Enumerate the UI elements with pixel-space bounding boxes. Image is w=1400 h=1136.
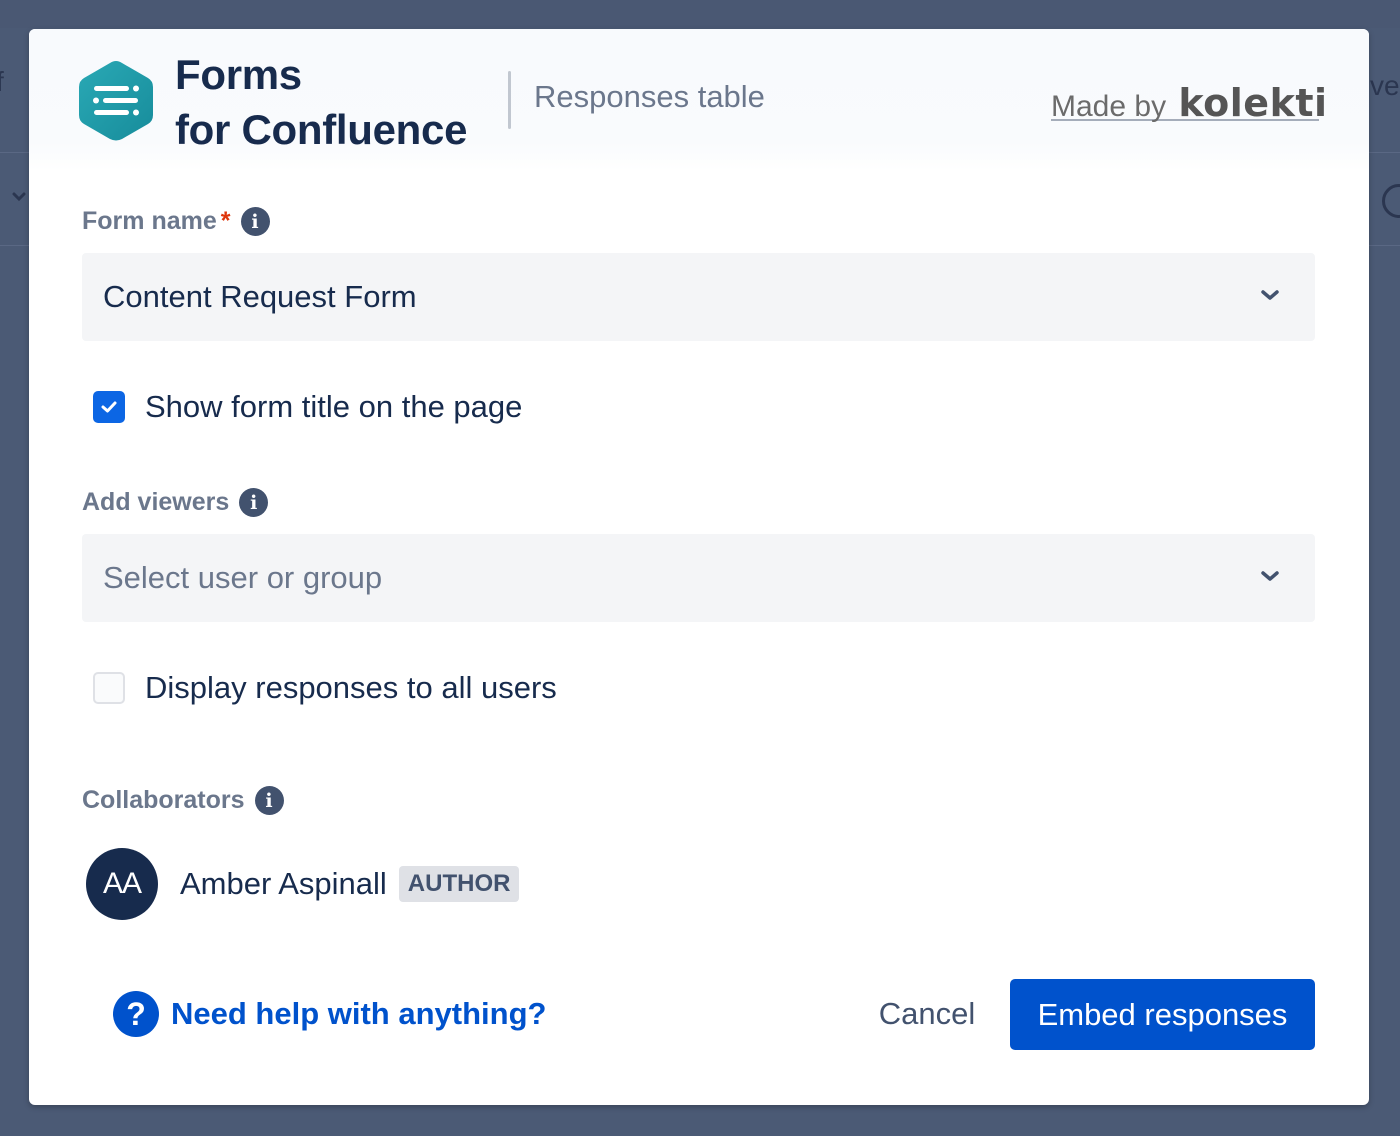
collaborator-name: Amber Aspinall <box>180 866 387 901</box>
backdrop-text-fragment: ve <box>1370 70 1400 101</box>
role-badge: AUTHOR <box>398 866 520 902</box>
backdrop-divider <box>1369 245 1400 246</box>
add-viewers-label-text: Add viewers <box>82 488 230 516</box>
display-to-all-checkbox[interactable] <box>93 672 125 704</box>
embed-responses-dialog: Forms for Confluence Responses table Mad… <box>29 29 1369 1105</box>
dialog-subtitle: Responses table <box>534 79 765 114</box>
show-form-title-option[interactable]: Show form title on the page <box>93 389 522 425</box>
header-divider <box>508 71 511 129</box>
made-by-kolekti-link[interactable]: Made by kolekti <box>1051 81 1327 125</box>
form-name-label-text: Form name <box>82 207 217 235</box>
required-indicator: * <box>220 207 231 235</box>
chevron-down-icon <box>1261 571 1279 581</box>
display-to-all-option[interactable]: Display responses to all users <box>93 670 557 706</box>
info-icon[interactable]: i <box>254 786 284 815</box>
app-brand-title: Forms for Confluence <box>175 47 467 157</box>
kolekti-logo: kolekti <box>1178 81 1328 125</box>
viewers-placeholder: Select user or group <box>103 560 383 595</box>
forms-logo-icon <box>79 61 153 141</box>
info-icon[interactable]: i <box>239 488 269 517</box>
cancel-button[interactable]: Cancel <box>867 979 987 1049</box>
show-form-title-label: Show form title on the page <box>145 389 523 424</box>
collaborators-label: Collaborators i <box>82 786 284 815</box>
brand-line-2: for Confluence <box>175 106 468 153</box>
embed-responses-button[interactable]: Embed responses <box>1010 979 1315 1050</box>
backdrop-divider <box>0 152 30 153</box>
avatar: AA <box>86 848 158 920</box>
collaborator-item: AA Amber Aspinall AUTHOR <box>86 848 520 920</box>
made-by-prefix: Made by <box>1051 90 1167 123</box>
checkmark-icon <box>101 401 117 413</box>
backdrop-divider <box>1369 152 1400 153</box>
brand-line-1: Forms <box>175 51 302 98</box>
help-link[interactable]: ? Need help with anything? <box>113 991 546 1037</box>
backdrop-text-fragment: f <box>0 66 4 98</box>
dialog-header: Forms for Confluence Responses table Mad… <box>29 29 1369 171</box>
help-question-icon: ? <box>113 991 159 1037</box>
form-name-value: Content Request Form <box>103 279 417 314</box>
backdrop-chevron-icon <box>12 192 26 202</box>
backdrop-topbar <box>0 0 1400 28</box>
backdrop-divider <box>0 245 30 246</box>
collaborators-label-text: Collaborators <box>82 786 245 814</box>
form-name-label: Form name * i <box>82 207 270 236</box>
help-link-text: Need help with anything? <box>171 996 547 1031</box>
info-icon[interactable]: i <box>240 207 270 236</box>
add-viewers-label: Add viewers i <box>82 488 269 517</box>
chevron-down-icon <box>1261 290 1279 300</box>
show-form-title-checkbox[interactable] <box>93 391 125 423</box>
display-to-all-label: Display responses to all users <box>145 670 557 705</box>
viewers-select[interactable]: Select user or group <box>82 534 1315 622</box>
form-name-select[interactable]: Content Request Form <box>82 253 1315 341</box>
